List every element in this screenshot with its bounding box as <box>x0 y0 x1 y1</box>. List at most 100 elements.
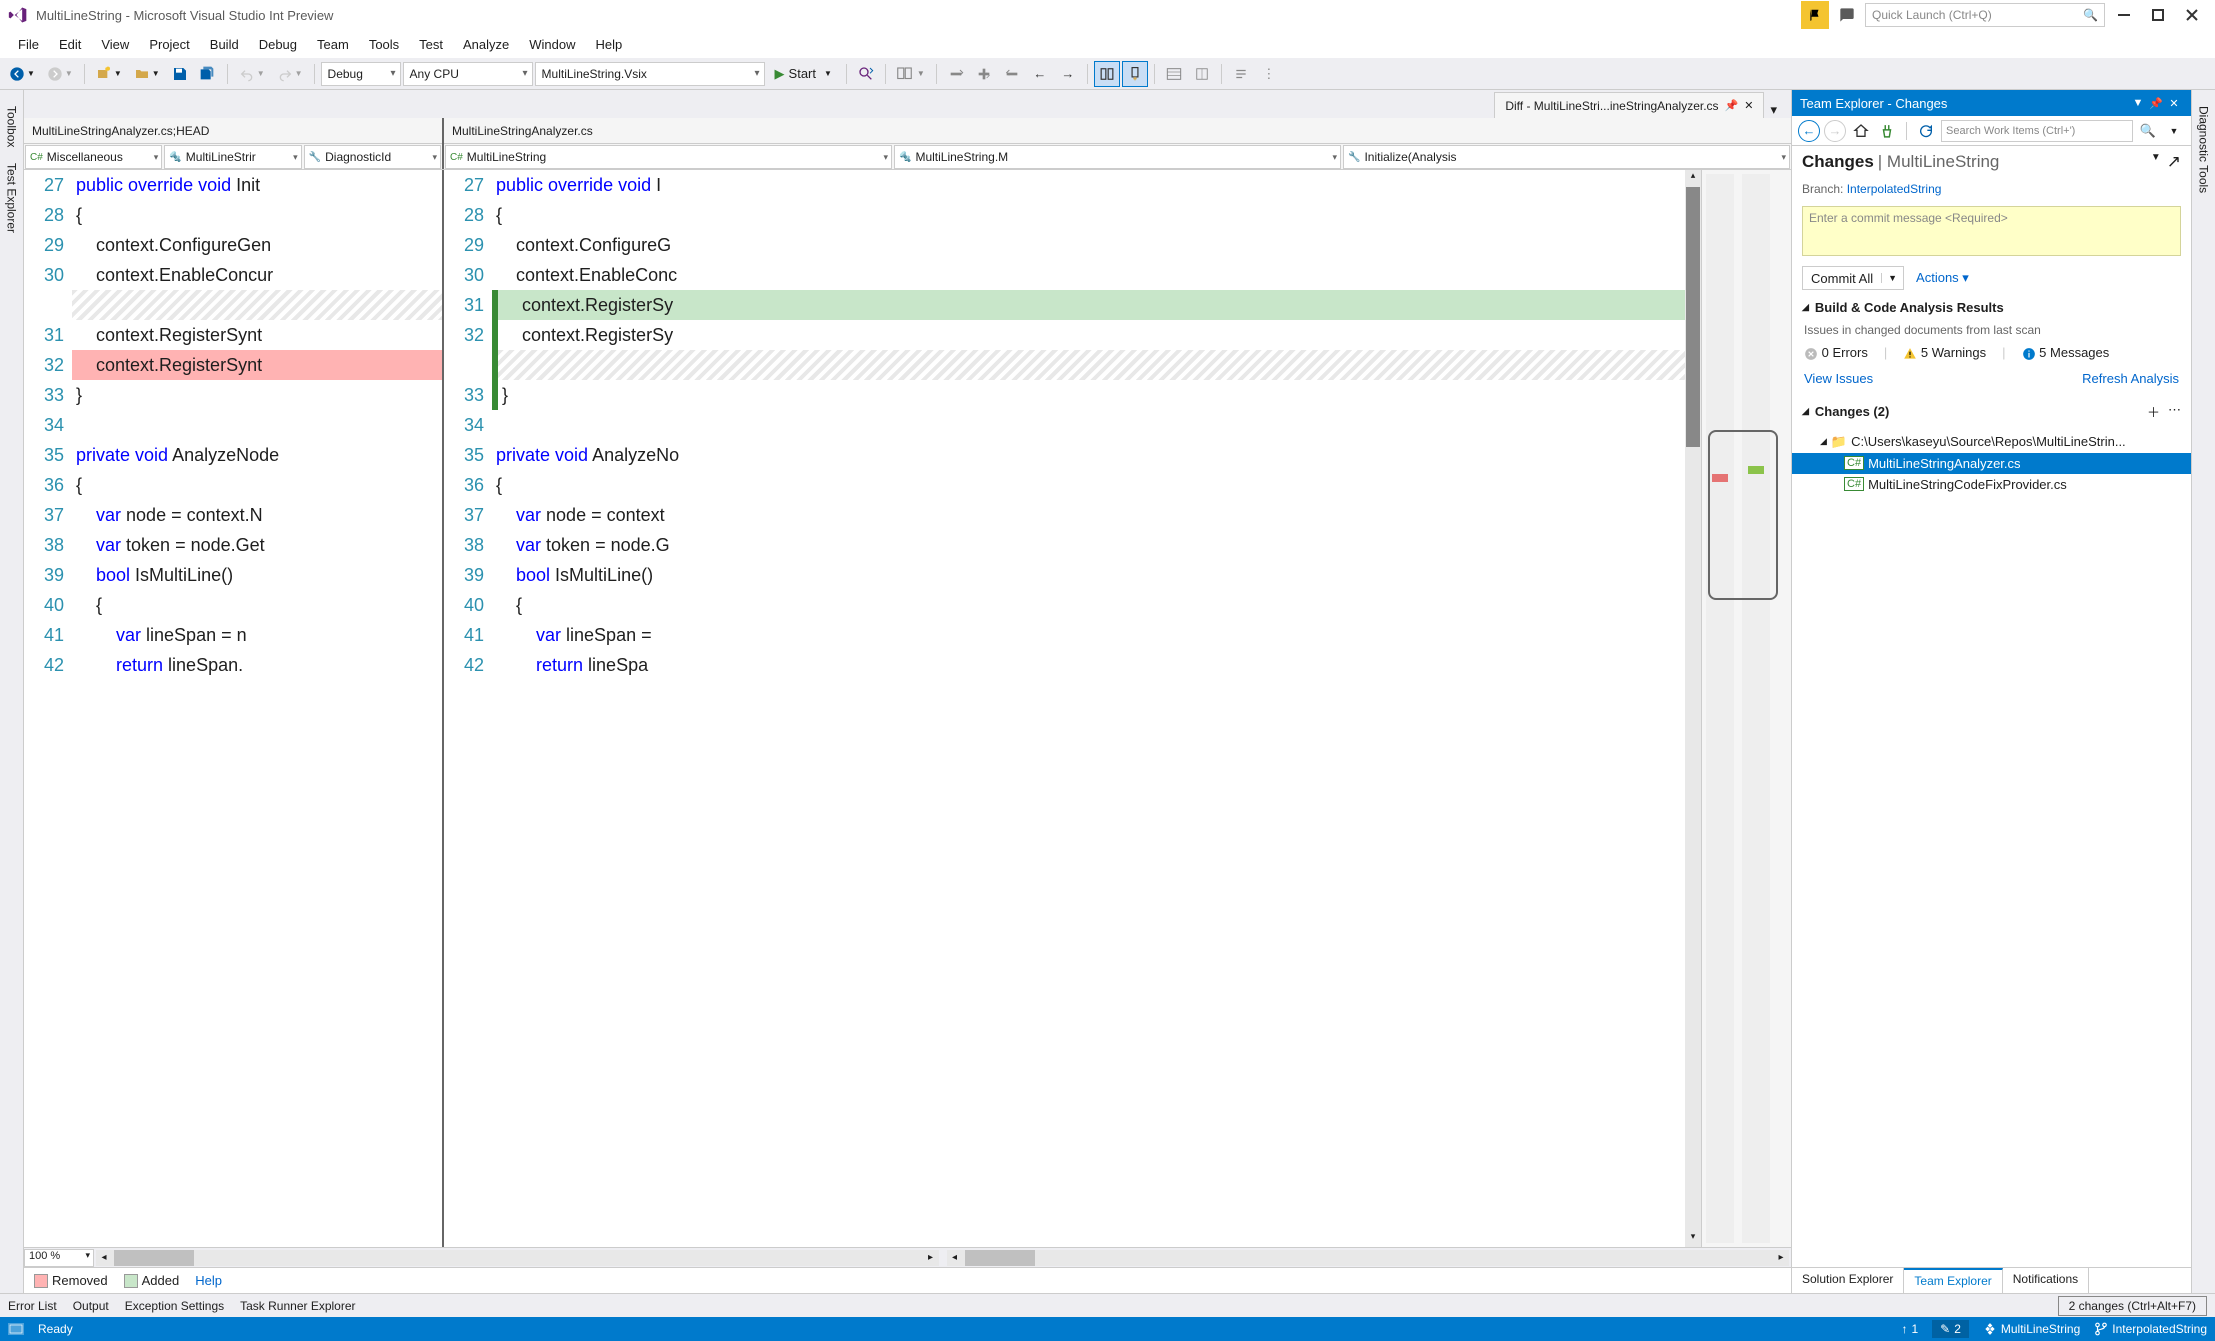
nav-combo[interactable]: 🔧 Initialize(Analysis <box>1343 145 1790 169</box>
commit-message-input[interactable]: Enter a commit message <Required> <box>1802 206 2181 256</box>
maximize-button[interactable] <box>2143 2 2173 28</box>
menu-build[interactable]: Build <box>200 33 249 56</box>
zoom-dropdown[interactable]: 100 % <box>24 1249 94 1267</box>
next-change-button[interactable]: → <box>1055 61 1081 87</box>
step-into-button[interactable] <box>971 61 997 87</box>
diff-overview[interactable] <box>1701 170 1791 1247</box>
nav-combo[interactable]: 🔩 MultiLineString.M <box>894 145 1341 169</box>
nav-combo[interactable]: 🔧 DiagnosticId <box>304 145 441 169</box>
te-connect-button[interactable] <box>1876 120 1898 142</box>
config-dropdown[interactable]: Debug <box>321 62 401 86</box>
step-over-button[interactable] <box>943 61 969 87</box>
minimize-button[interactable] <box>2109 2 2139 28</box>
tool-tab-diagnostic-tools[interactable]: Diagnostic Tools <box>2195 98 2213 201</box>
status-push-count[interactable]: ↑ 1 <box>1901 1322 1918 1336</box>
legend-help-link[interactable]: Help <box>195 1273 222 1288</box>
settings-button[interactable]: ⋮ <box>1256 61 1282 87</box>
right-code-editor[interactable]: 27public override void I28{29 context.Co… <box>444 170 1685 1247</box>
collapse-button[interactable] <box>1189 61 1215 87</box>
save-all-button[interactable] <box>195 61 221 87</box>
find-in-files-button[interactable] <box>853 61 879 87</box>
te-tab-notifications[interactable]: Notifications <box>2003 1268 2089 1293</box>
tree-folder-row[interactable]: ◢ 📁 C:\Users\kaseyu\Source\Repos\MultiLi… <box>1792 431 2191 453</box>
prev-change-button[interactable]: ← <box>1027 61 1053 87</box>
left-code-editor[interactable]: 27public override void Init28{29 context… <box>24 170 442 1247</box>
menu-team[interactable]: Team <box>307 33 359 56</box>
inline-button[interactable] <box>1161 61 1187 87</box>
nav-combo[interactable]: C# Miscellaneous <box>25 145 162 169</box>
menu-tools[interactable]: Tools <box>359 33 409 56</box>
close-icon[interactable]: ✕ <box>2165 97 2183 110</box>
build-results-section[interactable]: Build & Code Analysis Results <box>1792 294 2191 321</box>
te-back-button[interactable]: ← <box>1798 120 1820 142</box>
close-button[interactable] <box>2177 2 2207 28</box>
save-button[interactable] <box>167 61 193 87</box>
te-home-button[interactable] <box>1850 120 1872 142</box>
menu-help[interactable]: Help <box>586 33 633 56</box>
plus-icon[interactable]: ＋ <box>2147 402 2160 421</box>
undo-button[interactable]: ▼ <box>234 61 270 87</box>
tool-tab-toolbox[interactable]: Toolbox <box>3 98 21 155</box>
nav-combo[interactable]: 🔩 MultiLineStrir <box>164 145 301 169</box>
menu-window[interactable]: Window <box>519 33 585 56</box>
new-window-button[interactable]: ▼ <box>892 61 930 87</box>
new-project-button[interactable]: ▼ <box>91 61 127 87</box>
quick-launch-input[interactable]: Quick Launch (Ctrl+Q) 🔍 <box>1865 3 2105 27</box>
nav-back-button[interactable]: ▼ <box>4 61 40 87</box>
menu-project[interactable]: Project <box>139 33 199 56</box>
menu-test[interactable]: Test <box>409 33 453 56</box>
branch-link[interactable]: InterpolatedString <box>1847 182 1942 196</box>
nav-forward-button[interactable]: ▼ <box>42 61 78 87</box>
document-tab[interactable]: Diff - MultiLineStri...ineStringAnalyzer… <box>1494 92 1764 118</box>
start-debug-button[interactable]: ▶Start▼ <box>767 62 840 86</box>
step-out-button[interactable] <box>999 61 1025 87</box>
right-hscrollbar[interactable]: ◂▸ <box>947 1250 1790 1266</box>
bottom-tab-output[interactable]: Output <box>73 1299 109 1313</box>
pin-icon[interactable]: 📌 <box>2147 97 2165 110</box>
left-hscrollbar[interactable]: ◂▸ <box>96 1250 939 1266</box>
commit-all-button[interactable]: Commit All▼ <box>1802 266 1904 290</box>
te-forward-button[interactable]: → <box>1824 120 1846 142</box>
te-dropdown-icon[interactable]: ▼ <box>2163 120 2185 142</box>
tool-tab-test-explorer[interactable]: Test Explorer <box>3 155 21 241</box>
open-file-button[interactable]: ▼ <box>129 61 165 87</box>
startup-dropdown[interactable]: MultiLineString.Vsix <box>535 62 765 86</box>
view-issues-link[interactable]: View Issues <box>1804 371 1873 386</box>
nav-combo[interactable]: C# MultiLineString <box>445 145 892 169</box>
menu-edit[interactable]: Edit <box>49 33 91 56</box>
te-refresh-button[interactable] <box>1915 120 1937 142</box>
sync-views-button[interactable] <box>1122 61 1148 87</box>
more-icon[interactable]: ⋯ <box>2168 402 2181 421</box>
pin-icon[interactable]: 📌 <box>1725 99 1739 112</box>
changes-section[interactable]: Changes (2) ＋⋯ <box>1792 396 2191 427</box>
side-by-side-button[interactable] <box>1094 61 1120 87</box>
te-search-input[interactable]: Search Work Items (Ctrl+') <box>1941 120 2133 142</box>
menu-debug[interactable]: Debug <box>249 33 307 56</box>
te-tab-team-explorer[interactable]: Team Explorer <box>1904 1268 2002 1293</box>
vertical-scrollbar[interactable]: ▴ ▾ <box>1685 170 1701 1247</box>
search-icon[interactable]: 🔍 <box>2137 120 2159 142</box>
refresh-analysis-link[interactable]: Refresh Analysis <box>2082 371 2179 386</box>
tree-file-row[interactable]: C# MultiLineStringCodeFixProvider.cs <box>1792 474 2191 495</box>
actions-dropdown[interactable]: Actions ▾ <box>1916 270 1969 286</box>
whitespace-button[interactable] <box>1228 61 1254 87</box>
feedback-icon[interactable] <box>1833 1 1861 29</box>
chevron-down-icon[interactable]: ▼ <box>2151 152 2161 172</box>
menu-analyze[interactable]: Analyze <box>453 33 519 56</box>
bottom-tab-error-list[interactable]: Error List <box>8 1299 57 1313</box>
dropdown-icon[interactable]: ▼ <box>2129 97 2147 109</box>
popout-icon[interactable]: ↗ <box>2167 152 2181 172</box>
te-tab-solution-explorer[interactable]: Solution Explorer <box>1792 1268 1904 1293</box>
status-project[interactable]: MultiLineString <box>1983 1322 2080 1336</box>
menu-file[interactable]: File <box>8 33 49 56</box>
redo-button[interactable]: ▼ <box>272 61 308 87</box>
status-branch[interactable]: InterpolatedString <box>2094 1322 2207 1336</box>
notification-flag-icon[interactable] <box>1801 1 1829 29</box>
platform-dropdown[interactable]: Any CPU <box>403 62 533 86</box>
changes-indicator[interactable]: 2 changes (Ctrl+Alt+F7) <box>2058 1296 2207 1316</box>
tree-file-row[interactable]: C# MultiLineStringAnalyzer.cs <box>1792 453 2191 474</box>
bottom-tab-task-runner-explorer[interactable]: Task Runner Explorer <box>240 1299 355 1313</box>
tab-menu-icon[interactable]: ▾ <box>1770 102 1777 118</box>
menu-view[interactable]: View <box>91 33 139 56</box>
close-icon[interactable]: ✕ <box>1744 99 1753 112</box>
